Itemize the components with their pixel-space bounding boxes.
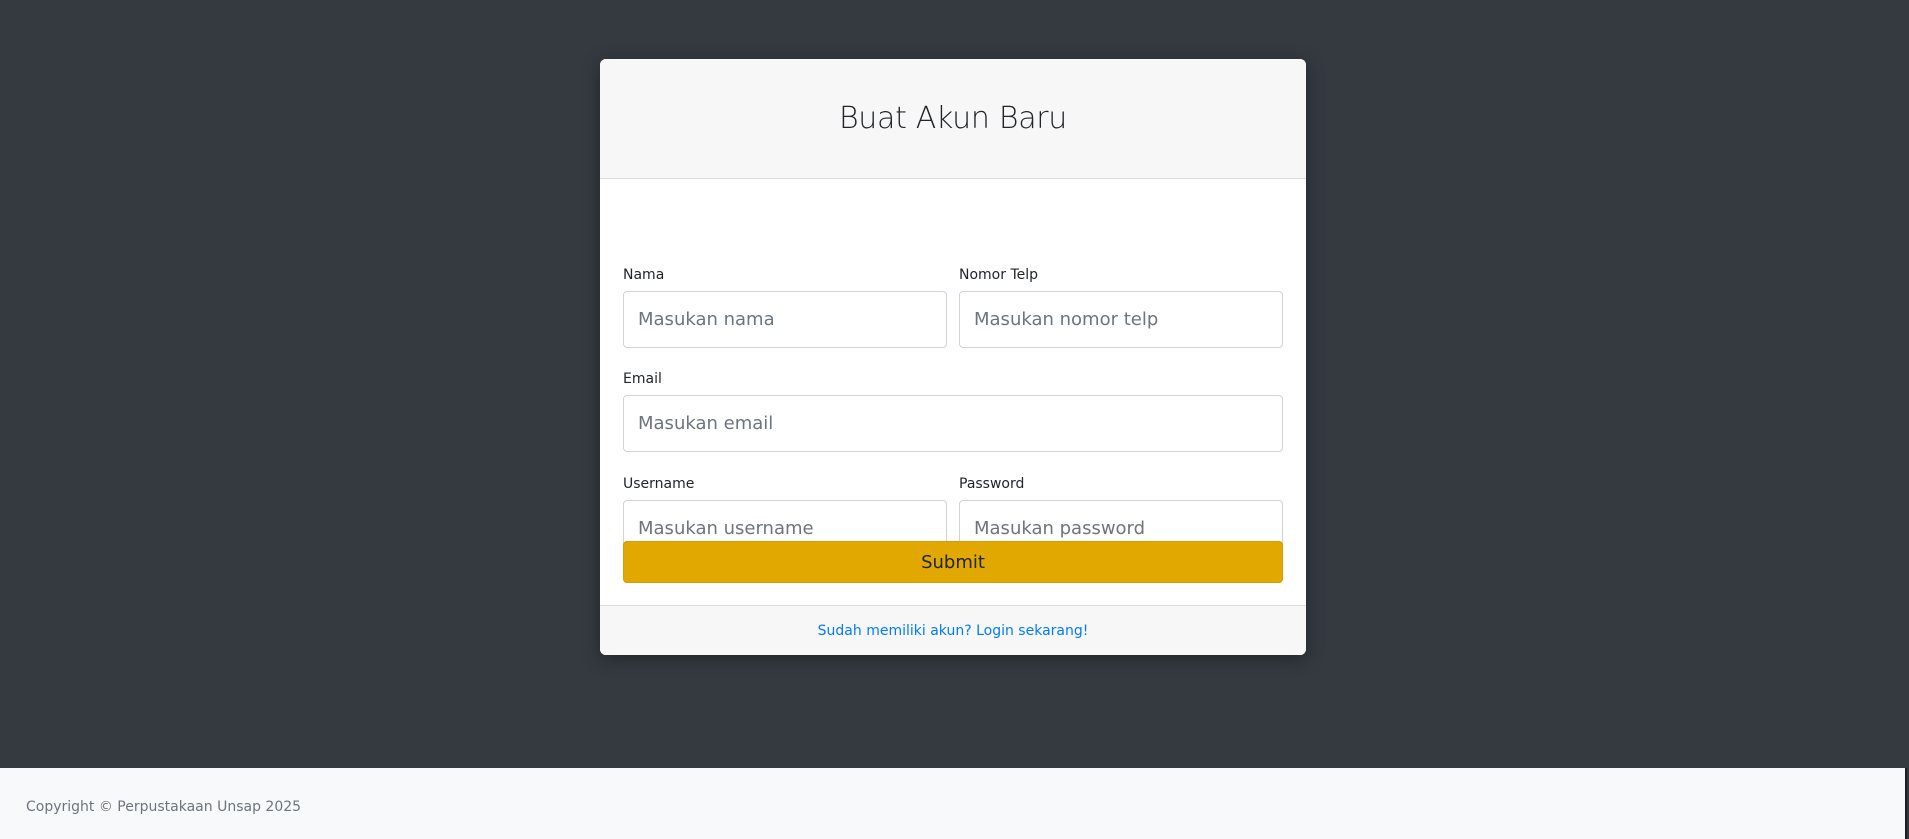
email-input[interactable] bbox=[623, 395, 1283, 452]
username-label: Username bbox=[623, 476, 695, 492]
copyright-text: Copyright © Perpustakaan Unsap 2025 bbox=[26, 799, 302, 815]
nomor-telp-label: Nomor Telp bbox=[959, 267, 1039, 283]
login-link[interactable]: Sudah memiliki akun? Login sekarang! bbox=[818, 623, 1089, 639]
page-title: Buat Akun Baru bbox=[838, 101, 1068, 136]
page-footer: Copyright © Perpustakaan Unsap 2025 bbox=[0, 768, 1907, 839]
submit-button[interactable]: Submit bbox=[623, 541, 1283, 583]
main-content-area: Buat Akun Baru Nama Nomor Telp Email Use… bbox=[0, 0, 1909, 768]
card-footer: Sudah memiliki akun? Login sekarang! bbox=[600, 605, 1306, 655]
password-label: Password bbox=[959, 476, 1025, 492]
register-card: Buat Akun Baru Nama Nomor Telp Email Use… bbox=[600, 59, 1306, 655]
email-label: Email bbox=[623, 371, 662, 387]
nomor-telp-input[interactable] bbox=[959, 291, 1283, 348]
nama-label: Nama bbox=[623, 267, 665, 283]
nama-input[interactable] bbox=[623, 291, 947, 348]
card-header: Buat Akun Baru bbox=[600, 59, 1306, 179]
